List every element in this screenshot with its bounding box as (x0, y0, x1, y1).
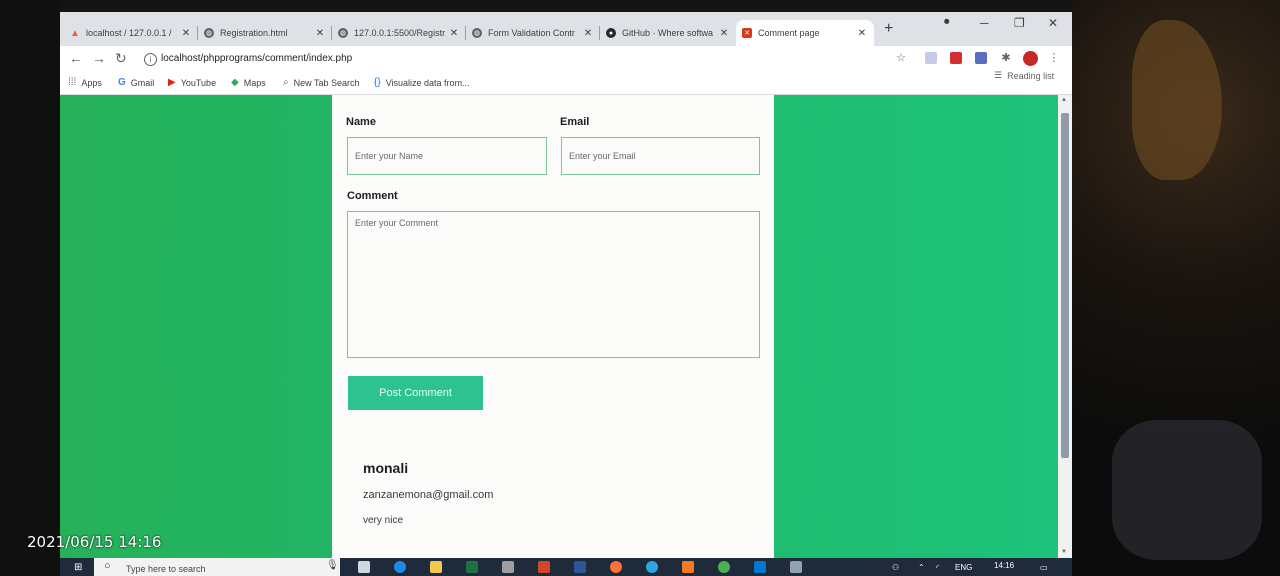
excel-icon[interactable] (466, 561, 478, 573)
bookmark-maps[interactable]: ◆ Maps (231, 77, 266, 88)
tab-registration[interactable]: ◍ Registration.html ✕ (198, 20, 332, 46)
close-icon[interactable]: ✕ (180, 28, 192, 39)
site-info-icon[interactable]: i (144, 53, 157, 66)
bookmarks-bar: ⁞⁞⁞ Apps G Gmail ▶ YouTube ◆ Maps ⌕ New Tab S… (60, 72, 1072, 95)
comment-label: Comment (347, 190, 398, 202)
edge-icon[interactable] (394, 561, 406, 573)
extension-icon[interactable] (950, 52, 962, 64)
people-icon[interactable]: ⚇ (892, 563, 899, 572)
commenter-email: zanzanemona@gmail.com (363, 489, 494, 501)
chrome-icon[interactable] (718, 561, 730, 573)
tab-live-server[interactable]: ◍ 127.0.0.1:5500/Registr ✕ (332, 20, 466, 46)
scroll-down-icon[interactable]: ▼ (1061, 549, 1067, 555)
scroll-up-icon[interactable]: ▲ (1061, 97, 1067, 103)
word-icon[interactable] (574, 561, 586, 573)
bookmark-gmail[interactable]: G Gmail (118, 77, 154, 88)
xampp-icon: ✕ (742, 28, 752, 38)
bookmark-youtube[interactable]: ▶ YouTube (168, 77, 216, 88)
extension-icon[interactable] (925, 52, 937, 64)
language-indicator[interactable]: ENG (955, 563, 972, 572)
microphone-icon[interactable]: 🎙 (326, 560, 339, 571)
firefox-icon[interactable] (610, 561, 622, 573)
email-label: Email (560, 116, 590, 128)
minimize-button[interactable]: ─ (980, 16, 989, 30)
name-label: Name (346, 116, 376, 128)
reading-list-icon: ☰ (994, 70, 1003, 80)
vscode-icon[interactable] (754, 561, 766, 573)
close-window-button[interactable]: ✕ (1048, 16, 1058, 30)
photo-timestamp: 2021/06/15 14:16 (27, 533, 162, 551)
new-tab-button[interactable]: + (884, 20, 893, 38)
search-icon: ○ (104, 560, 111, 572)
email-input[interactable] (561, 137, 760, 175)
name-input[interactable] (347, 137, 547, 175)
search-icon: ⌕ (283, 77, 289, 88)
comment-textarea[interactable] (347, 211, 760, 358)
puzzle-icon[interactable]: ✱ (1000, 52, 1012, 64)
youtube-icon: ▶ (168, 77, 176, 88)
photo-background (1072, 0, 1280, 576)
powerpoint-icon[interactable] (538, 561, 550, 573)
globe-icon: ◍ (338, 28, 348, 38)
tab-search-icon[interactable]: ⏺ (944, 16, 950, 29)
photo-left-edge (0, 0, 60, 576)
maps-icon: ◆ (231, 77, 239, 88)
bookmark-star-icon[interactable]: ☆ (895, 52, 907, 64)
post-comment-button[interactable]: Post Comment (348, 376, 483, 410)
close-icon[interactable]: ✕ (582, 28, 594, 39)
task-view-icon[interactable] (358, 561, 370, 573)
globe-icon: ◍ (472, 28, 482, 38)
photo-object (1132, 20, 1222, 180)
telegram-icon[interactable] (646, 561, 658, 573)
browser-toolbar: ← → ↻ i localhost/phpprograms/comment/in… (60, 46, 1072, 72)
apps-grid-icon: ⁞⁞⁞ (68, 77, 77, 88)
restore-button[interactable]: ❐ (1014, 16, 1025, 30)
windows-start-icon[interactable]: ⊞ (74, 562, 82, 573)
globe-icon: ◍ (204, 28, 214, 38)
close-icon[interactable]: ✕ (856, 28, 868, 39)
phpmyadmin-icon: ▲ (70, 27, 80, 39)
taskbar-search-box[interactable]: ○ Type here to search 🎙 (94, 558, 340, 576)
tab-form-validation[interactable]: ◍ Form Validation Contr ✕ (466, 20, 600, 46)
tab-strip: ▲ localhost / 127.0.0.1 / ✕ ◍ Registrati… (60, 12, 1072, 46)
close-icon[interactable]: ✕ (314, 28, 326, 39)
comment-form-card: Name Email Comment Post Comment monali z… (332, 95, 774, 558)
tray-chevron-icon[interactable]: ⌃ (918, 563, 925, 572)
wifi-icon[interactable]: ◜ (936, 563, 939, 572)
back-button[interactable]: ← (69, 50, 83, 66)
braces-icon: {} (374, 77, 381, 88)
profile-avatar[interactable] (1023, 51, 1038, 66)
google-icon: G (118, 77, 126, 88)
store-icon[interactable] (502, 561, 514, 573)
page-viewport: Name Email Comment Post Comment monali z… (60, 95, 1058, 558)
close-icon[interactable]: ✕ (448, 28, 460, 39)
notification-icon[interactable]: ▭ (1040, 563, 1048, 572)
bookmark-visualize[interactable]: {} Visualize data from... (374, 77, 470, 88)
taskbar-clock[interactable]: 14:16 (994, 561, 1014, 570)
forward-button[interactable]: → (92, 50, 106, 66)
browser-window: ▲ localhost / 127.0.0.1 / ✕ ◍ Registrati… (60, 12, 1072, 558)
extension-icon[interactable] (975, 52, 987, 64)
reading-list-button[interactable]: ☰ Reading list (994, 70, 1054, 81)
comment-text: very nice (363, 515, 404, 526)
windows-taskbar: ⊞ ○ Type here to search 🎙 ⚇ ⌃ ◜ ENG 14:1… (60, 558, 1072, 576)
page-scrollbar[interactable]: ▲ ▼ (1058, 95, 1072, 558)
github-icon: ● (606, 28, 616, 38)
tab-comment-page[interactable]: ✕ Comment page ✕ (736, 20, 874, 46)
menu-kebab-icon[interactable]: ⋮ (1048, 52, 1060, 64)
scrollbar-thumb[interactable] (1061, 113, 1069, 458)
bookmark-new-tab-search[interactable]: ⌕ New Tab Search (283, 77, 359, 88)
address-bar[interactable]: localhost/phpprograms/comment/index.php (161, 53, 352, 64)
app-icon[interactable] (790, 561, 802, 573)
file-explorer-icon[interactable] (430, 561, 442, 573)
bookmark-apps[interactable]: ⁞⁞⁞ Apps (68, 77, 102, 88)
close-icon[interactable]: ✕ (718, 28, 730, 39)
xampp-icon[interactable] (682, 561, 694, 573)
photo-object (1112, 420, 1262, 560)
reload-button[interactable]: ↻ (115, 50, 127, 67)
commenter-name: monali (363, 460, 409, 476)
tab-github[interactable]: ● GitHub · Where softwa ✕ (600, 20, 736, 46)
tab-phpmyadmin[interactable]: ▲ localhost / 127.0.0.1 / ✕ (64, 20, 198, 46)
